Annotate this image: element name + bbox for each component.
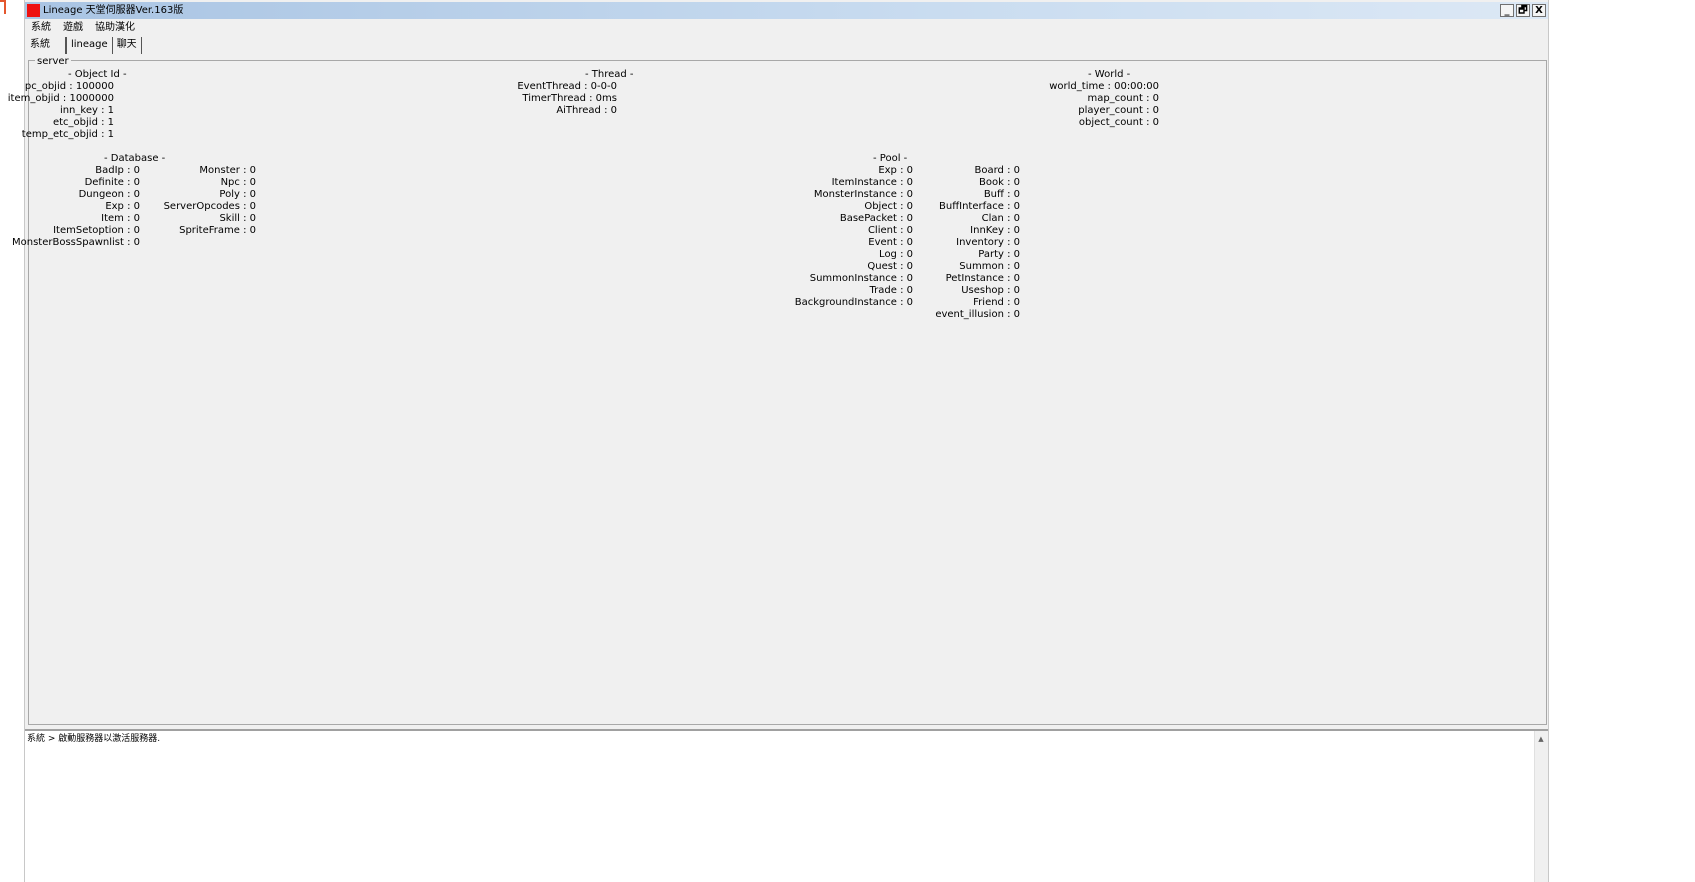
tab-system[interactable]: 系統 <box>25 37 66 54</box>
pool-item: Quest : 0 <box>867 261 913 272</box>
pool-item: MonsterInstance : 0 <box>813 189 913 200</box>
object-id-item: etc_objid : 1 <box>52 117 114 128</box>
database-item: SpriteFrame : 0 <box>179 225 256 236</box>
thread-item: TimerThread : 0ms <box>522 93 617 104</box>
menu-system[interactable]: 系統 <box>25 20 57 36</box>
object-id-item: item_objid : 1000000 <box>7 93 114 104</box>
corner-mark <box>0 0 6 14</box>
pool-item: event_illusion : 0 <box>935 309 1020 320</box>
pool-item: Board : 0 <box>974 165 1020 176</box>
tab-lineage[interactable]: lineage <box>66 37 113 54</box>
close-button[interactable]: X <box>1532 4 1546 17</box>
world-list: world_time : 00:00:00 map_count : 0 play… <box>1049 81 1159 129</box>
pool-item: BackgroundInstance : 0 <box>794 297 913 308</box>
server-group-legend: server <box>35 56 71 67</box>
database-item: ItemSetoption : 0 <box>53 225 140 236</box>
app-icon <box>27 4 40 17</box>
tab-chat[interactable]: 聊天 <box>113 37 142 54</box>
console-scrollbar[interactable]: ▲ <box>1534 731 1548 882</box>
pool-item: Client : 0 <box>867 225 913 236</box>
pool-item: ItemInstance : 0 <box>831 177 913 188</box>
database-item: Exp : 0 <box>105 201 140 212</box>
pool-item: Event : 0 <box>868 237 913 248</box>
database-item: Definite : 0 <box>84 177 140 188</box>
pool-item: Party : 0 <box>978 249 1020 260</box>
database-item: BadIp : 0 <box>95 165 140 176</box>
pool-item: Clan : 0 <box>981 213 1020 224</box>
menu-bar: 系統 遊戲 協助漢化 <box>25 20 141 36</box>
database-item: Monster : 0 <box>199 165 256 176</box>
pool-item: Book : 0 <box>979 177 1020 188</box>
pool-item: Inventory : 0 <box>956 237 1020 248</box>
database-item: Skill : 0 <box>219 213 256 224</box>
object-id-title: - Object Id - <box>68 69 127 80</box>
console-log[interactable]: 系統 > 啟動服務器以激活服務器. ▲ <box>25 729 1548 882</box>
pool-item: Object : 0 <box>864 201 913 212</box>
pool-item: Log : 0 <box>879 249 913 260</box>
pool-item: InnKey : 0 <box>970 225 1020 236</box>
window-controls: _ 🗗 X <box>1500 4 1546 17</box>
app-window: Lineage 天堂伺服器Ver.163版 _ 🗗 X 系統 遊戲 協助漢化 系… <box>8 0 1549 882</box>
pool-item: BasePacket : 0 <box>839 213 913 224</box>
database-item: ServerOpcodes : 0 <box>163 201 256 212</box>
menu-localization-help[interactable]: 協助漢化 <box>89 20 141 36</box>
server-groupbox: server - Object Id - pc_objid : 100000 i… <box>8 56 1547 725</box>
object-id-item: pc_objid : 100000 <box>24 81 114 92</box>
database-item: Poly : 0 <box>219 189 256 200</box>
title-bar[interactable]: Lineage 天堂伺服器Ver.163版 _ 🗗 X <box>25 2 1548 19</box>
world-item: object_count : 0 <box>1078 117 1159 128</box>
database-item: Dungeon : 0 <box>78 189 140 200</box>
object-id-list: pc_objid : 100000 item_objid : 1000000 i… <box>8 81 114 141</box>
pool-col2: Board : 0 Book : 0 Buff : 0 BuffInterfac… <box>935 165 1020 321</box>
pool-item: Buff : 0 <box>983 189 1020 200</box>
database-item: MonsterBossSpawnlist : 0 <box>12 237 140 248</box>
pool-item: Summon : 0 <box>959 261 1020 272</box>
world-title: - World - <box>1088 69 1131 80</box>
pool-title: - Pool - <box>873 153 908 164</box>
pool-item: SummonInstance : 0 <box>809 273 913 284</box>
pool-item: Useshop : 0 <box>961 285 1020 296</box>
world-item: player_count : 0 <box>1078 105 1159 116</box>
menu-game[interactable]: 遊戲 <box>57 20 89 36</box>
database-item: Npc : 0 <box>220 177 256 188</box>
database-col1: BadIp : 0 Definite : 0 Dungeon : 0 Exp :… <box>12 165 140 249</box>
console-line: 系統 > 啟動服務器以激活服務器. <box>27 734 161 744</box>
pool-item: PetInstance : 0 <box>945 273 1020 284</box>
pool-item: Exp : 0 <box>878 165 913 176</box>
thread-list: EventThread : 0-0-0 TimerThread : 0ms Ai… <box>517 81 617 117</box>
window-title: Lineage 天堂伺服器Ver.163版 <box>43 5 184 16</box>
world-item: map_count : 0 <box>1087 93 1159 104</box>
object-id-item: temp_etc_objid : 1 <box>21 129 114 140</box>
pool-item: Trade : 0 <box>869 285 913 296</box>
thread-item: AiThread : 0 <box>556 105 617 116</box>
scroll-up-arrow-icon[interactable]: ▲ <box>1535 733 1547 745</box>
thread-item: EventThread : 0-0-0 <box>517 81 617 92</box>
database-item: Item : 0 <box>101 213 140 224</box>
tab-bar: 系統 lineage 聊天 <box>25 37 142 54</box>
pool-item: Friend : 0 <box>973 297 1020 308</box>
pool-item: BuffInterface : 0 <box>939 201 1020 212</box>
restore-button[interactable]: 🗗 <box>1516 4 1530 17</box>
minimize-button[interactable]: _ <box>1500 4 1514 17</box>
world-item: world_time : 00:00:00 <box>1049 81 1159 92</box>
database-title: - Database - <box>104 153 166 164</box>
object-id-item: inn_key : 1 <box>59 105 114 116</box>
pool-col1: Exp : 0 ItemInstance : 0 MonsterInstance… <box>795 165 913 309</box>
thread-title: - Thread - <box>585 69 634 80</box>
database-col2: Monster : 0 Npc : 0 Poly : 0 ServerOpcod… <box>164 165 256 237</box>
